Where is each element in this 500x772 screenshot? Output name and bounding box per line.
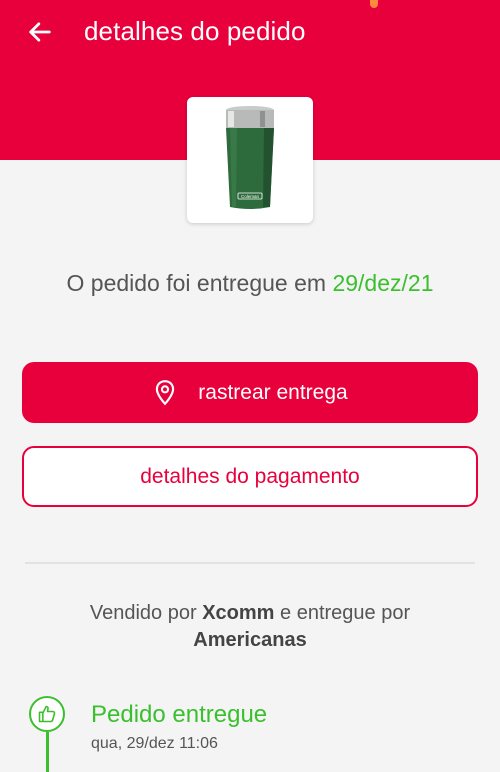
delivery-message: O pedido foi entregue em <box>66 270 327 296</box>
arrow-left-icon <box>29 22 51 42</box>
timeline-item-title: Pedido entregue <box>91 701 268 728</box>
page-title: detalhes do pedido <box>84 16 306 46</box>
seller-name: Xcomm <box>202 602 275 624</box>
payment-details-button[interactable]: detalhes do pagamento <box>22 446 478 507</box>
track-delivery-button[interactable]: rastrear entrega <box>22 362 478 423</box>
delivery-status-text: O pedido foi entregue em 29/dez/21 <box>0 270 500 297</box>
seller-prefix: Vendido por <box>89 602 197 624</box>
timeline-status-marker <box>29 696 65 732</box>
svg-text:Coleman: Coleman <box>241 194 260 199</box>
payment-details-label: detalhes do pagamento <box>140 464 360 488</box>
thumbs-up-icon <box>38 705 56 723</box>
delivery-date: 29/dez/21 <box>332 270 434 296</box>
track-delivery-label: rastrear entrega <box>198 380 348 404</box>
carrier-name: Americanas <box>193 629 307 651</box>
timeline-connector <box>46 732 49 772</box>
seller-info: Vendido por Xcomm e entregue por America… <box>40 600 460 654</box>
section-divider <box>25 562 475 564</box>
location-pin-icon <box>156 379 175 405</box>
tumbler-cup-image: Coleman <box>226 106 274 209</box>
back-button[interactable] <box>22 14 58 50</box>
product-thumbnail[interactable]: Coleman <box>187 97 313 223</box>
timeline-item-date: qua, 29/dez 11:06 <box>91 735 218 752</box>
seller-middle: e entregue por <box>280 602 411 624</box>
notification-dot <box>370 0 378 8</box>
